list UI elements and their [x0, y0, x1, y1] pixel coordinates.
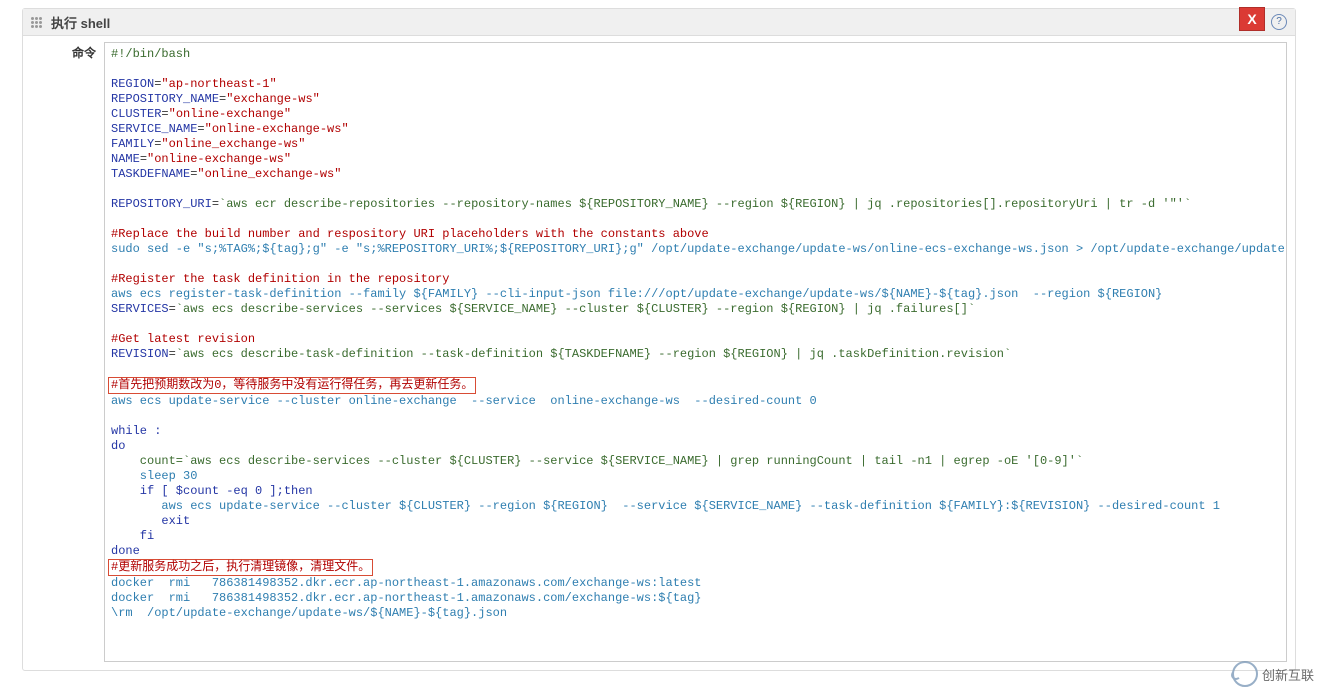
- watermark-logo: 创新互联: [1232, 661, 1314, 687]
- command-textarea[interactable]: #!/bin/bash REGION="ap-northeast-1" REPO…: [104, 42, 1287, 662]
- panel-header: 执行 shell X ?: [23, 9, 1295, 36]
- drag-handle-icon[interactable]: [31, 15, 45, 29]
- panel-body: 命令 #!/bin/bash REGION="ap-northeast-1" R…: [23, 36, 1295, 670]
- logo-ring-icon: [1232, 661, 1258, 687]
- command-label: 命令: [31, 42, 104, 662]
- help-icon[interactable]: ?: [1271, 14, 1287, 30]
- highlight-box-2: #更新服务成功之后，执行清理镜像，清理文件。: [108, 559, 373, 576]
- close-button[interactable]: X: [1239, 7, 1265, 31]
- panel-title: 执行 shell: [51, 13, 110, 32]
- highlight-box-1: #首先把预期数改为0，等待服务中没有运行得任务，再去更新任务。: [108, 377, 476, 394]
- logo-text: 创新互联: [1262, 665, 1314, 684]
- shell-step-panel: 执行 shell X ? 命令 #!/bin/bash REGION="ap-n…: [22, 8, 1296, 671]
